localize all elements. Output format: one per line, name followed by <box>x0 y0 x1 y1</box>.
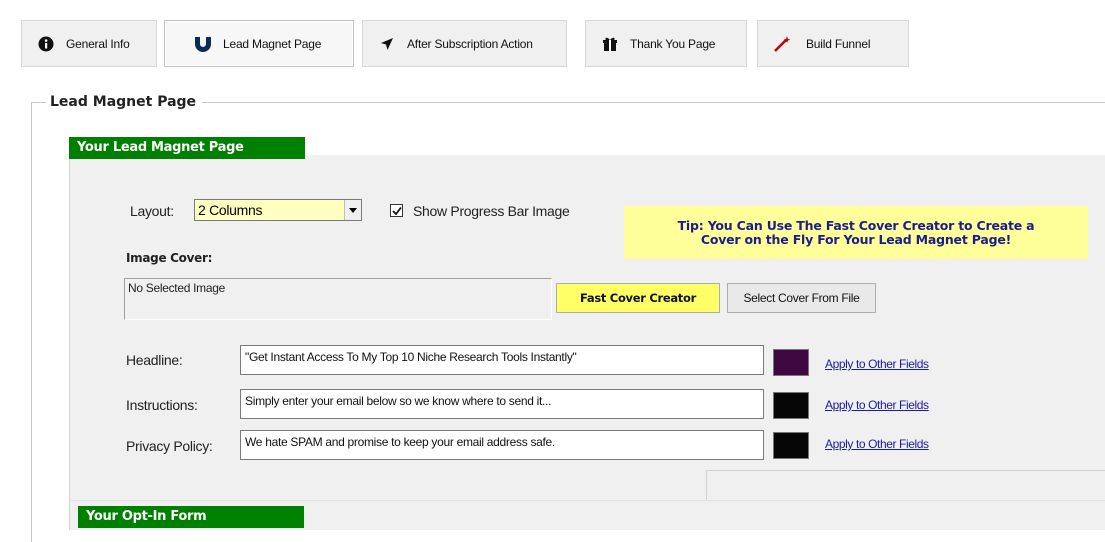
select-cover-button[interactable]: Select Cover From File <box>727 283 876 313</box>
progress-bar-label: Show Progress Bar Image <box>413 203 570 219</box>
instructions-label: Instructions: <box>126 397 198 413</box>
headline-input[interactable]: "Get Instant Access To My Top 10 Niche R… <box>240 345 764 375</box>
privacy-apply-link[interactable]: Apply to Other Fields <box>825 437 929 451</box>
tab-lead-magnet-page[interactable]: Lead Magnet Page <box>164 20 354 67</box>
privacy-policy-input[interactable]: We hate SPAM and promise to keep your em… <box>240 430 764 460</box>
headline-apply-link[interactable]: Apply to Other Fields <box>825 357 929 371</box>
privacy-policy-label: Privacy Policy: <box>126 438 213 454</box>
fast-cover-creator-button[interactable]: Fast Cover Creator <box>556 283 720 313</box>
group-title: Lead Magnet Page <box>46 94 203 110</box>
section-title-lead-magnet: Your Lead Magnet Page <box>69 137 305 159</box>
layout-select[interactable]: 2 Columns <box>194 199 362 221</box>
tab-after-subscription-action[interactable]: After Subscription Action <box>362 20 567 67</box>
checkmark-icon <box>391 206 402 215</box>
tip-box: Tip: You Can Use The Fast Cover Creator … <box>624 206 1088 259</box>
wand-icon <box>772 34 792 54</box>
instructions-color-swatch[interactable] <box>773 392 809 419</box>
info-icon <box>36 34 56 54</box>
image-cover-box: No Selected Image <box>124 278 552 320</box>
progress-bar-checkbox[interactable] <box>390 204 403 217</box>
tab-build-funnel[interactable]: Build Funnel <box>757 20 909 67</box>
magnet-icon <box>193 34 213 54</box>
tab-general-info[interactable]: General Info <box>21 20 157 67</box>
wizard-tab-bar: General Info Lead Magnet Page After Subs… <box>0 0 1105 88</box>
privacy-color-swatch[interactable] <box>773 432 809 459</box>
chevron-down-icon[interactable] <box>344 200 361 220</box>
headline-color-swatch[interactable] <box>773 349 809 376</box>
arrow-icon <box>377 34 397 54</box>
headline-label: Headline: <box>126 352 183 368</box>
section-title-optin-form: Your Opt-In Form <box>78 506 304 528</box>
image-cover-label: Image Cover: <box>126 251 213 265</box>
instructions-apply-link[interactable]: Apply to Other Fields <box>825 398 929 412</box>
tab-thank-you-page[interactable]: Thank You Page <box>585 20 747 67</box>
layout-label: Layout: <box>130 203 174 219</box>
instructions-input[interactable]: Simply enter your email below so we know… <box>240 389 764 419</box>
panel-divider <box>706 470 1105 500</box>
gift-icon <box>600 34 620 54</box>
